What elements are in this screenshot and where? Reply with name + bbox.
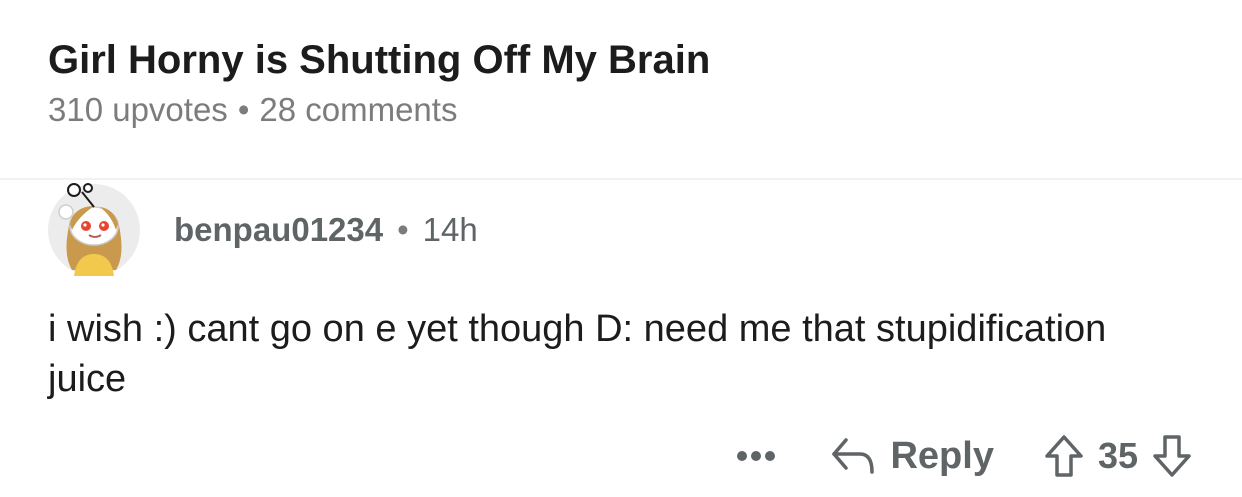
upvote-arrow-icon [1045, 435, 1083, 477]
comment-header: benpau01234 • 14h [48, 183, 478, 276]
snoo-avatar-icon [58, 183, 122, 276]
post-header: Girl Horny is Shutting Off My Brain 310 … [48, 36, 1202, 130]
comment-author-line: benpau01234 • 14h [174, 210, 478, 250]
avatar[interactable] [48, 183, 140, 276]
downvote-button[interactable] [1150, 431, 1194, 481]
author-username[interactable]: benpau01234 [174, 211, 383, 248]
author-separator: • [397, 211, 409, 248]
comment-count[interactable]: 28 comments [259, 91, 457, 128]
upvote-count: 310 upvotes [48, 91, 228, 128]
upvote-button[interactable] [1042, 431, 1086, 481]
meta-separator: • [237, 91, 250, 128]
downvote-arrow-icon [1153, 435, 1191, 477]
post-title[interactable]: Girl Horny is Shutting Off My Brain [48, 36, 1202, 84]
reply-arrow-icon [832, 438, 875, 474]
more-options-button[interactable] [734, 434, 778, 478]
reply-button[interactable]: Reply [830, 434, 994, 478]
comment-action-bar: Reply 35 [734, 428, 1194, 484]
comment-body: i wish :) cant go on e yet though D: nee… [48, 308, 1107, 400]
post-meta: 310 upvotes • 28 comments [48, 90, 1202, 130]
comment-score: 35 [1097, 435, 1138, 476]
more-dots-icon [737, 451, 776, 461]
reply-label: Reply [890, 434, 994, 477]
section-divider [0, 178, 1242, 180]
comment-age: 14h [422, 211, 478, 248]
vote-controls: 35 [1042, 431, 1194, 481]
